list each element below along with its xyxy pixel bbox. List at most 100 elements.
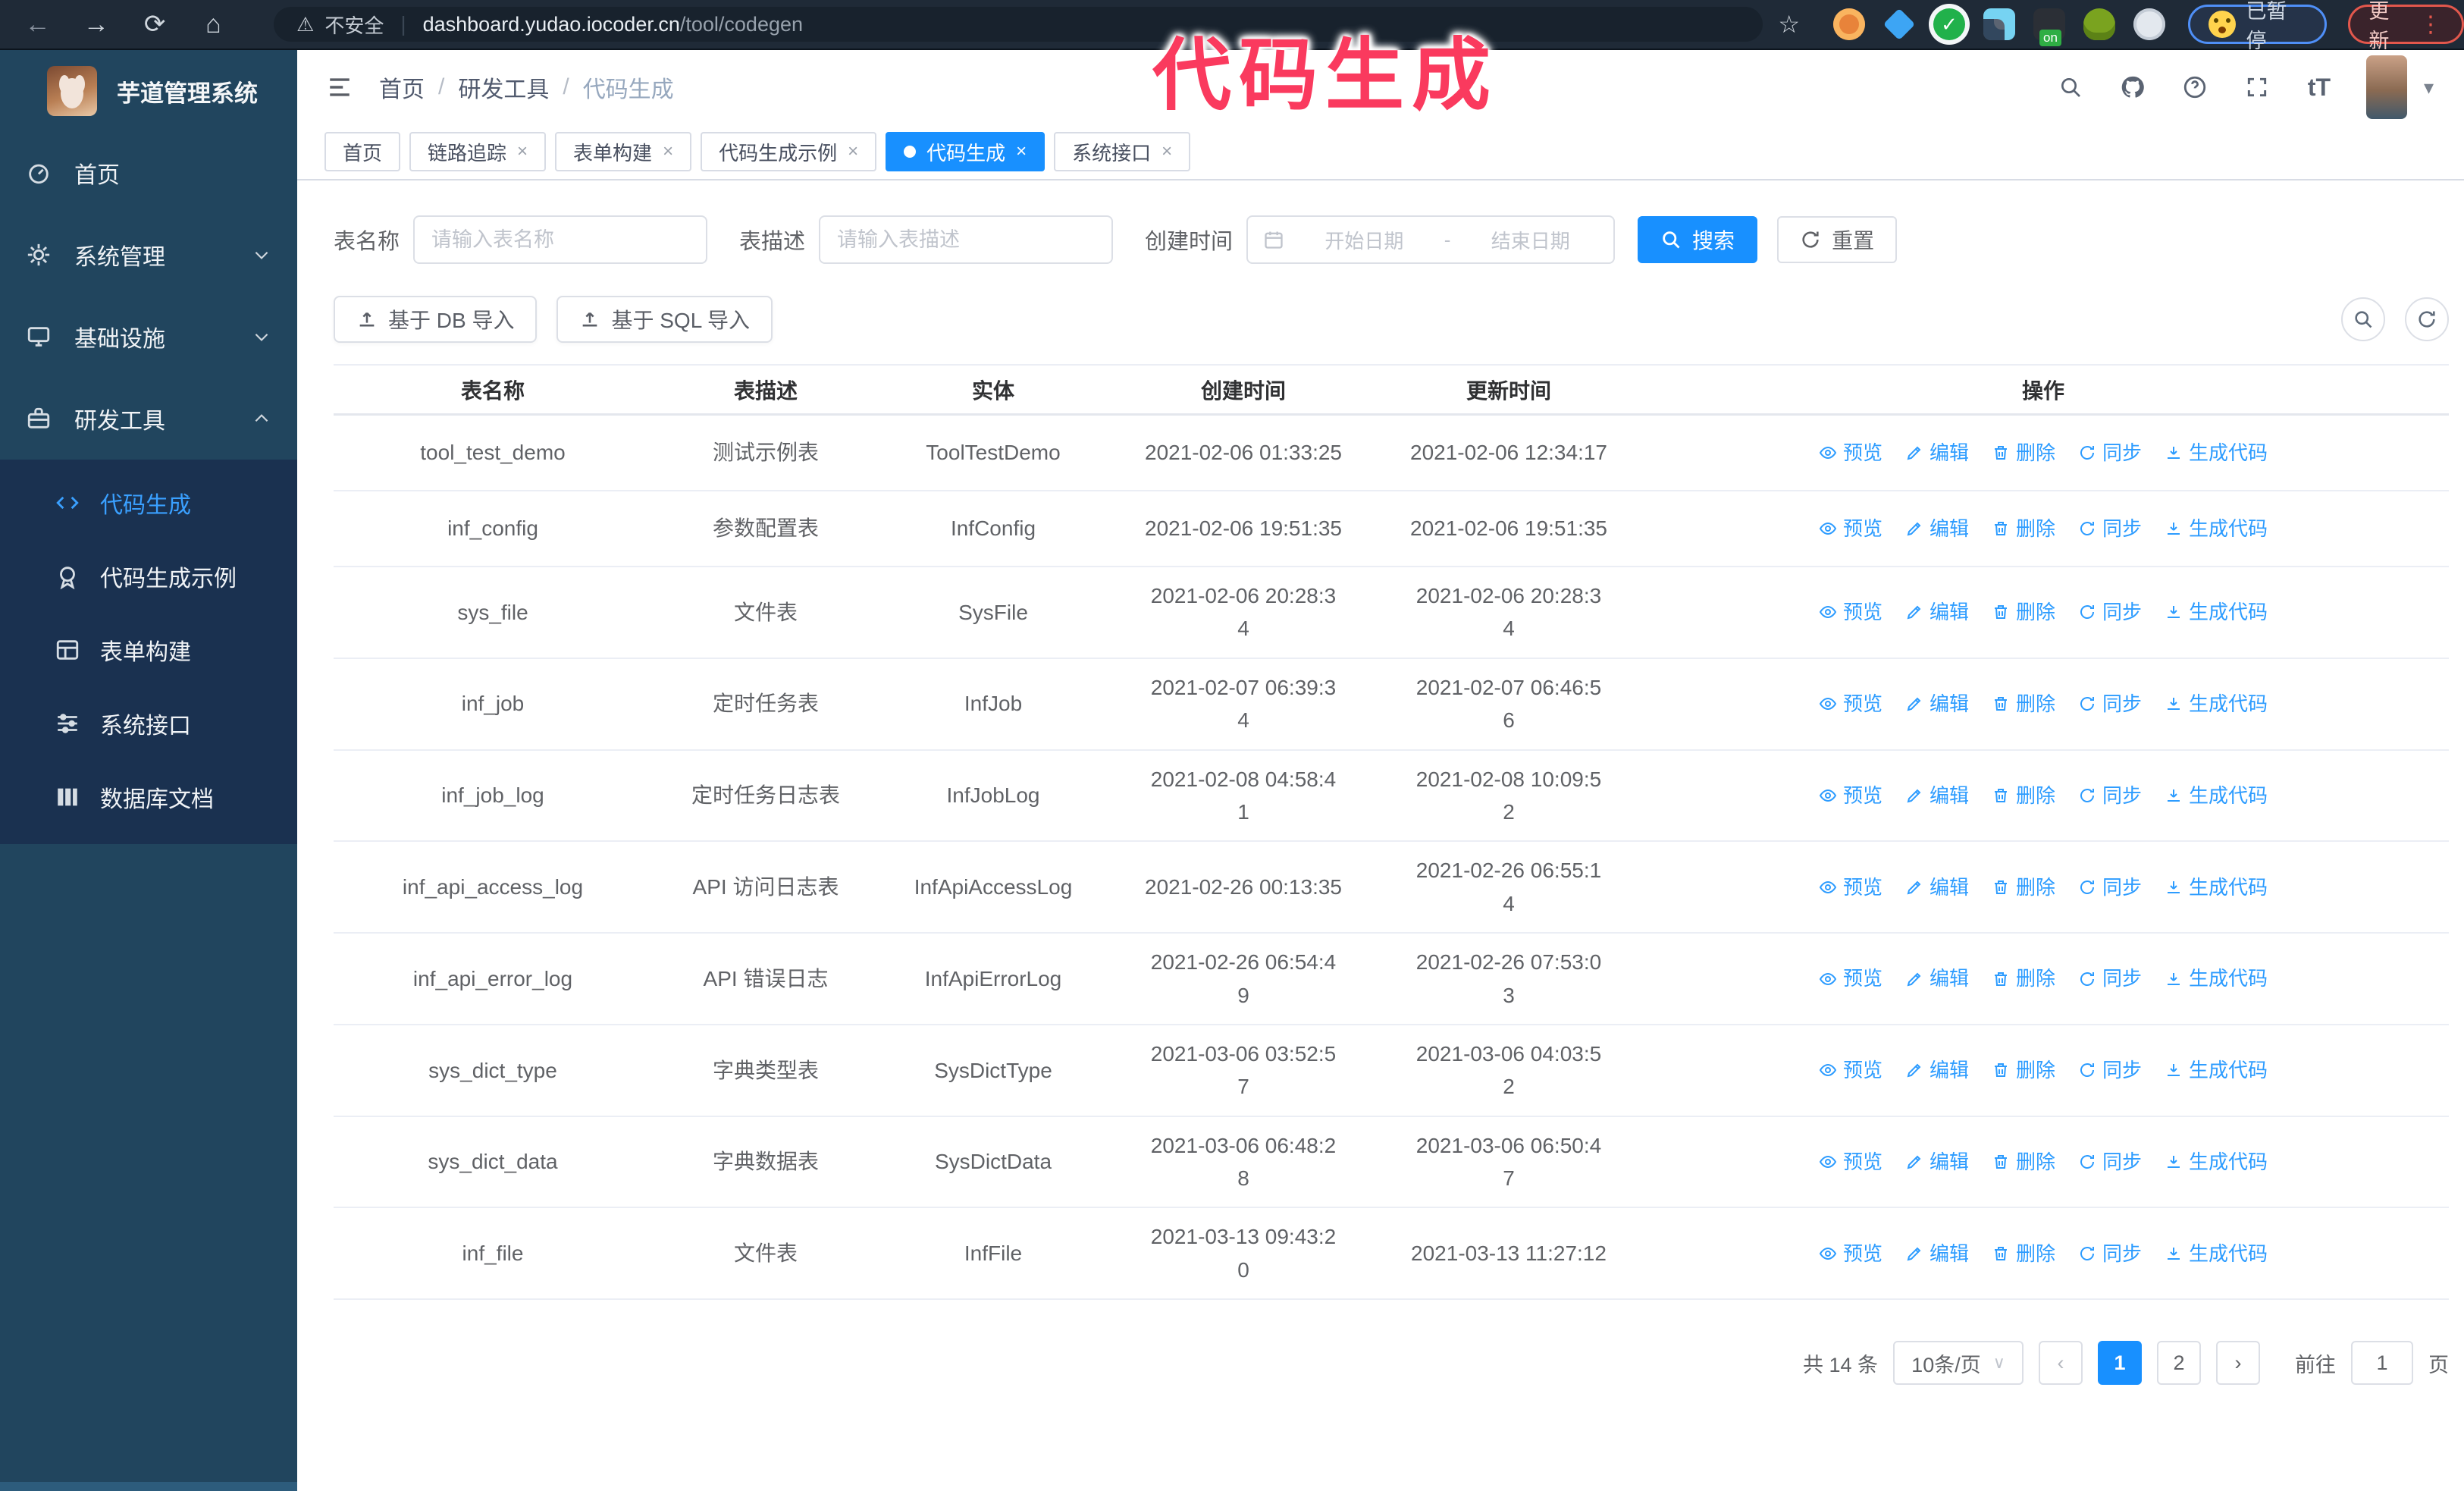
preview-link[interactable]: 预览 bbox=[1819, 1055, 1882, 1085]
reset-button[interactable]: 重置 bbox=[1777, 216, 1898, 263]
edit-link[interactable]: 编辑 bbox=[1905, 438, 1969, 468]
delete-link[interactable]: 删除 bbox=[1992, 1055, 2055, 1085]
refresh-table-button[interactable] bbox=[2405, 297, 2449, 341]
sidebar-item-form-builder[interactable]: 表单构建 bbox=[0, 613, 297, 686]
page-button-1[interactable]: 1 bbox=[2098, 1341, 2142, 1386]
edit-link[interactable]: 编辑 bbox=[1905, 1238, 1969, 1269]
close-icon[interactable]: × bbox=[663, 141, 673, 162]
generate-code-link[interactable]: 生成代码 bbox=[2165, 1147, 2268, 1177]
edit-link[interactable]: 编辑 bbox=[1905, 872, 1969, 902]
tab-form-builder[interactable]: 表单构建 × bbox=[555, 132, 692, 171]
tab-home[interactable]: 首页 bbox=[324, 132, 401, 171]
close-icon[interactable]: × bbox=[517, 141, 528, 162]
preview-link[interactable]: 预览 bbox=[1819, 438, 1882, 468]
avatar-caret-down-icon[interactable]: ▾ bbox=[2424, 76, 2434, 99]
sidebar-item-system[interactable]: 系统管理 bbox=[0, 214, 297, 296]
edit-link[interactable]: 编辑 bbox=[1905, 513, 1969, 544]
close-icon[interactable]: × bbox=[1016, 141, 1027, 162]
preview-link[interactable]: 预览 bbox=[1819, 1147, 1882, 1177]
toggle-search-button[interactable] bbox=[2341, 297, 2385, 341]
sidebar-item-db-doc[interactable]: 数据库文档 bbox=[0, 760, 297, 833]
sync-link[interactable]: 同步 bbox=[2078, 872, 2142, 902]
avatar[interactable] bbox=[2365, 55, 2407, 119]
search-icon[interactable] bbox=[2054, 71, 2087, 104]
extension-icon-gem[interactable] bbox=[1882, 8, 1916, 41]
sidebar-item-home[interactable]: 首页 bbox=[0, 132, 297, 214]
sidebar-item-codegen-example[interactable]: 代码生成示例 bbox=[0, 539, 297, 613]
delete-link[interactable]: 删除 bbox=[1992, 597, 2055, 627]
sync-link[interactable]: 同步 bbox=[2078, 1055, 2142, 1085]
delete-link[interactable]: 删除 bbox=[1992, 1238, 2055, 1269]
sync-link[interactable]: 同步 bbox=[2078, 438, 2142, 468]
prev-page-button[interactable]: ‹ bbox=[2039, 1341, 2083, 1386]
back-icon[interactable]: ← bbox=[17, 3, 58, 46]
generate-code-link[interactable]: 生成代码 bbox=[2165, 597, 2268, 627]
delete-link[interactable]: 删除 bbox=[1992, 780, 2055, 811]
generate-code-link[interactable]: 生成代码 bbox=[2165, 689, 2268, 719]
sidebar-item-devtools[interactable]: 研发工具 bbox=[0, 378, 297, 460]
generate-code-link[interactable]: 生成代码 bbox=[2165, 872, 2268, 902]
extension-icon-grid[interactable] bbox=[1983, 8, 2016, 40]
sql-import-button[interactable]: 基于 SQL 导入 bbox=[556, 296, 773, 343]
tab-codegen-example[interactable]: 代码生成示例 × bbox=[701, 132, 877, 171]
goto-page-input[interactable] bbox=[2351, 1341, 2413, 1386]
generate-code-link[interactable]: 生成代码 bbox=[2165, 963, 2268, 993]
next-page-button[interactable]: › bbox=[2216, 1341, 2260, 1386]
tab-system-api[interactable]: 系统接口 × bbox=[1054, 132, 1191, 171]
sidebar-item-codegen[interactable]: 代码生成 bbox=[0, 466, 297, 539]
browser-menu-icon[interactable]: ⋮ bbox=[2419, 11, 2444, 38]
edit-link[interactable]: 编辑 bbox=[1905, 963, 1969, 993]
edit-link[interactable]: 编辑 bbox=[1905, 1055, 1969, 1085]
edit-link[interactable]: 编辑 bbox=[1905, 689, 1969, 719]
delete-link[interactable]: 删除 bbox=[1992, 438, 2055, 468]
help-icon[interactable] bbox=[2178, 71, 2212, 104]
sync-link[interactable]: 同步 bbox=[2078, 963, 2142, 993]
tab-codegen[interactable]: 代码生成 × bbox=[886, 132, 1045, 171]
fullscreen-icon[interactable] bbox=[2240, 71, 2274, 104]
close-icon[interactable]: × bbox=[848, 141, 858, 162]
logo[interactable]: 芋道管理系统 bbox=[0, 50, 297, 132]
table-name-input[interactable] bbox=[413, 215, 708, 264]
sync-link[interactable]: 同步 bbox=[2078, 597, 2142, 627]
sync-link[interactable]: 同步 bbox=[2078, 689, 2142, 719]
update-button[interactable]: 更新 ⋮ bbox=[2348, 0, 2464, 52]
preview-link[interactable]: 预览 bbox=[1819, 963, 1882, 993]
extension-icon-check[interactable]: ✓ bbox=[1933, 8, 1966, 40]
page-size-select[interactable]: 10条/页 ∨ bbox=[1893, 1341, 2024, 1386]
preview-link[interactable]: 预览 bbox=[1819, 689, 1882, 719]
delete-link[interactable]: 删除 bbox=[1992, 1147, 2055, 1177]
extension-icon-orange[interactable] bbox=[1833, 8, 1866, 40]
page-button-2[interactable]: 2 bbox=[2157, 1341, 2201, 1386]
delete-link[interactable]: 删除 bbox=[1992, 689, 2055, 719]
generate-code-link[interactable]: 生成代码 bbox=[2165, 1055, 2268, 1085]
search-button[interactable]: 搜索 bbox=[1638, 216, 1758, 263]
delete-link[interactable]: 删除 bbox=[1992, 963, 2055, 993]
breadcrumb-devtools[interactable]: 研发工具 bbox=[458, 71, 549, 104]
close-icon[interactable]: × bbox=[1161, 141, 1172, 162]
preview-link[interactable]: 预览 bbox=[1819, 597, 1882, 627]
edit-link[interactable]: 编辑 bbox=[1905, 597, 1969, 627]
bookmark-star-icon[interactable]: ☆ bbox=[1778, 10, 1800, 39]
generate-code-link[interactable]: 生成代码 bbox=[2165, 1238, 2268, 1269]
sidebar-item-infra[interactable]: 基础设施 bbox=[0, 296, 297, 378]
sync-link[interactable]: 同步 bbox=[2078, 513, 2142, 544]
font-size-icon[interactable]: tT bbox=[2303, 71, 2336, 104]
delete-link[interactable]: 删除 bbox=[1992, 872, 2055, 902]
date-range-picker[interactable]: 开始日期 - 结束日期 bbox=[1246, 215, 1616, 264]
sync-link[interactable]: 同步 bbox=[2078, 1238, 2142, 1269]
collapse-sidebar-icon[interactable] bbox=[324, 74, 355, 100]
github-icon[interactable] bbox=[2116, 71, 2149, 104]
db-import-button[interactable]: 基于 DB 导入 bbox=[334, 296, 538, 343]
extensions-puzzle-icon[interactable] bbox=[2133, 8, 2166, 40]
forward-icon[interactable]: → bbox=[75, 3, 117, 46]
sync-link[interactable]: 同步 bbox=[2078, 1147, 2142, 1177]
preview-link[interactable]: 预览 bbox=[1819, 872, 1882, 902]
preview-link[interactable]: 预览 bbox=[1819, 1238, 1882, 1269]
generate-code-link[interactable]: 生成代码 bbox=[2165, 513, 2268, 544]
sidebar-item-system-api[interactable]: 系统接口 bbox=[0, 686, 297, 760]
extension-icon-sprout[interactable] bbox=[2083, 8, 2116, 40]
edit-link[interactable]: 编辑 bbox=[1905, 1147, 1969, 1177]
sync-link[interactable]: 同步 bbox=[2078, 780, 2142, 811]
preview-link[interactable]: 预览 bbox=[1819, 513, 1882, 544]
delete-link[interactable]: 删除 bbox=[1992, 513, 2055, 544]
